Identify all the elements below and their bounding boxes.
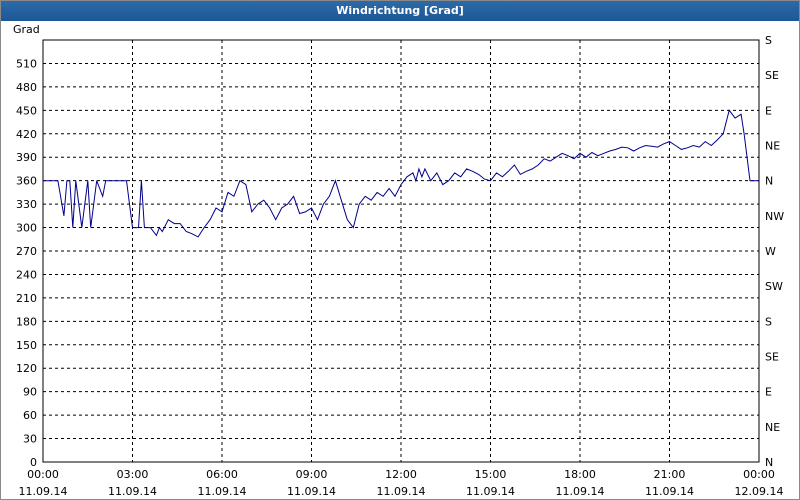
y-right-tick-label: NE — [765, 421, 780, 434]
grid-lines — [43, 40, 759, 462]
x-tick-time: 06:00 — [206, 468, 238, 481]
y-axis-label: Grad — [13, 23, 40, 36]
y-right-tick-label: W — [765, 245, 776, 258]
x-tick-time: 00:00 — [743, 468, 775, 481]
y-tick-label: 120 — [16, 362, 37, 375]
x-tick-time: 09:00 — [296, 468, 328, 481]
x-tick-time: 15:00 — [475, 468, 507, 481]
x-tick-date: 11.09.14 — [556, 485, 605, 498]
x-tick-date: 11.09.14 — [108, 485, 157, 498]
window-title: Windrichtung [Grad] — [1, 1, 799, 21]
y-tick-label: 330 — [16, 198, 37, 211]
x-tick-time: 21:00 — [654, 468, 686, 481]
y-right-tick-label: S — [765, 34, 772, 47]
x-tick-time: 00:00 — [27, 468, 59, 481]
axis-labels: Grad 30 60 90 120 150 180 210 240 270 300 330 360 39… — [13, 23, 784, 498]
y-right-tick-label: E — [765, 104, 772, 117]
chart-plot: Grad 30 60 90 120 150 180 210 240 270 300 330 360 39… — [13, 23, 784, 498]
y-right-tick-label: NE — [765, 140, 780, 153]
chart-window: Windrichtung [Grad] Grad 30 60 90 120 150 180… — [0, 0, 800, 500]
y-right-tick-label: N — [765, 175, 773, 188]
y-tick-label: 210 — [16, 292, 37, 305]
y-tick-label: 240 — [16, 268, 37, 281]
x-tick-date: 11.09.14 — [287, 485, 336, 498]
y-tick-label: 60 — [23, 409, 37, 422]
y-right-tick-label: S — [765, 315, 772, 328]
y-tick-label: 480 — [16, 81, 37, 94]
y-tick-label: 450 — [16, 104, 37, 117]
x-tick-date: 11.09.14 — [198, 485, 247, 498]
x-tick-date: 11.09.14 — [377, 485, 426, 498]
x-tick-date: 11.09.14 — [19, 485, 68, 498]
y-right-tick-label: SE — [765, 351, 779, 364]
x-tick-time: 12:00 — [385, 468, 417, 481]
x-tick-time: 18:00 — [564, 468, 596, 481]
y-right-tick-label: SW — [765, 280, 783, 293]
x-tick-date: 11.09.14 — [645, 485, 694, 498]
y-tick-label: 90 — [23, 386, 37, 399]
y-tick-label: 360 — [16, 175, 37, 188]
y-tick-label: 510 — [16, 57, 37, 70]
x-tick-date: 12.09.14 — [735, 485, 784, 498]
y-right-tick-label: SE — [765, 69, 779, 82]
y-tick-label: 30 — [23, 433, 37, 446]
y-right-tick-label: NW — [765, 210, 784, 223]
y-tick-label: 180 — [16, 315, 37, 328]
y-tick-label: 270 — [16, 245, 37, 258]
x-tick-time: 03:00 — [117, 468, 149, 481]
y-tick-label: 420 — [16, 128, 37, 141]
y-tick-label: 300 — [16, 222, 37, 235]
y-tick-label: 150 — [16, 339, 37, 352]
x-tick-date: 11.09.14 — [466, 485, 515, 498]
y-tick-label: 390 — [16, 151, 37, 164]
y-right-tick-label: E — [765, 386, 772, 399]
